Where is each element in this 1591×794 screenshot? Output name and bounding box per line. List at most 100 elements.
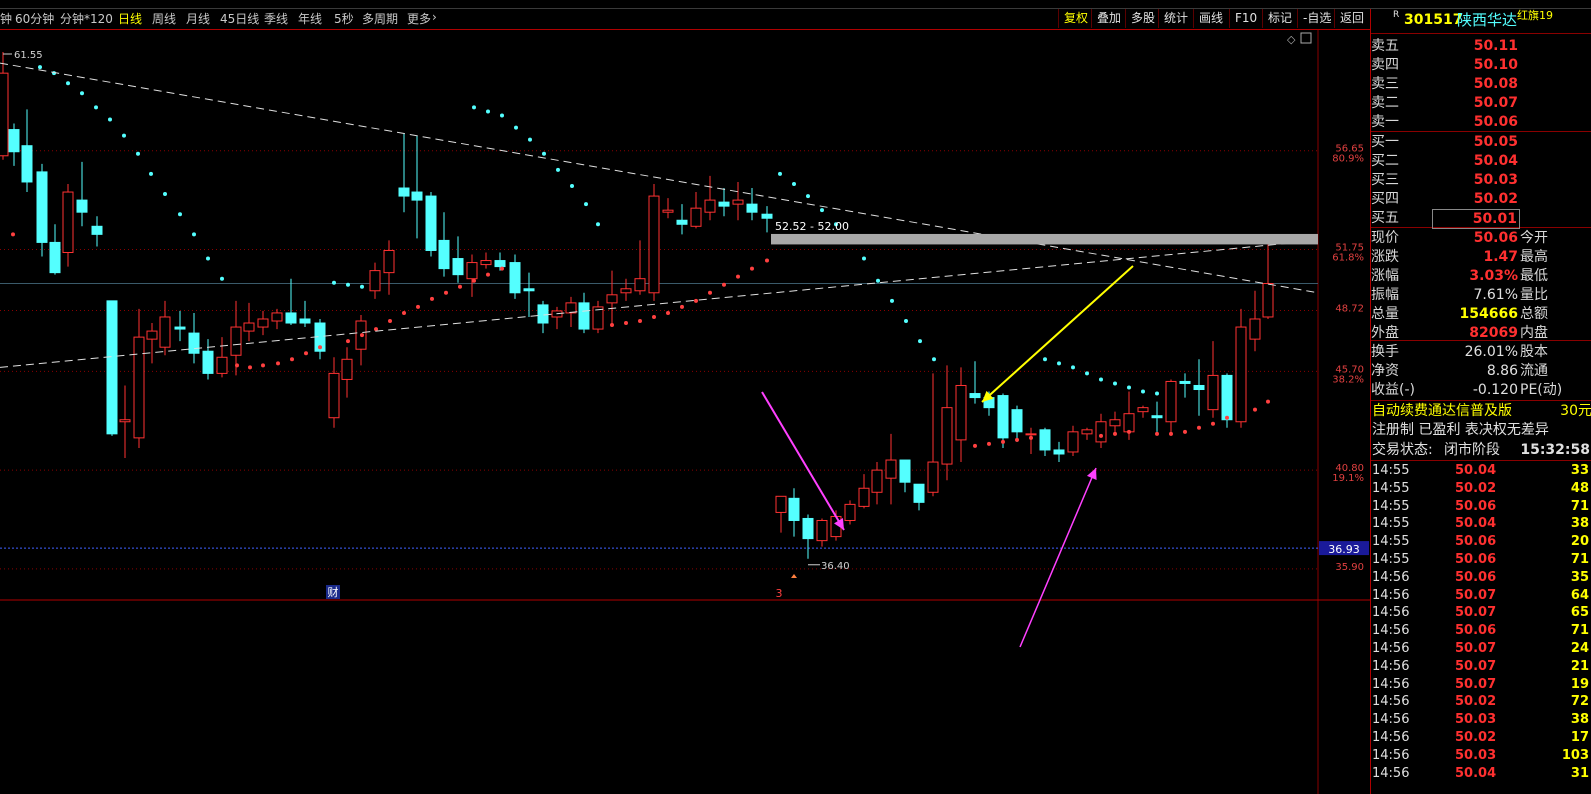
row-value: 50.11 xyxy=(1473,38,1518,54)
stock-name[interactable]: 陕西华达 xyxy=(1457,11,1517,29)
low-price-mark: 36.40 xyxy=(821,561,850,572)
sar-dot-red xyxy=(694,298,698,303)
sar-dot-cyan xyxy=(584,202,588,207)
candle-body xyxy=(285,312,297,324)
trade-status: 交易状态: 闭市阶段 15:32:58 xyxy=(1371,441,1591,459)
toolbar-button[interactable]: 多股 xyxy=(1125,9,1160,28)
row-label-secondary: 最低 xyxy=(1520,268,1548,284)
promo-text[interactable]: 自动续费通达信普及版 xyxy=(1372,402,1512,420)
period-tab[interactable]: 5秒 xyxy=(334,10,354,27)
sar-dot-red xyxy=(1253,407,1257,412)
period-tab[interactable]: 周线 xyxy=(152,10,176,27)
panel-row: 卖一 50.06 xyxy=(1371,113,1591,131)
row-label: 现价 xyxy=(1371,230,1399,246)
trade-row: 14:56 50.07 64 xyxy=(1371,587,1591,605)
panel-row: 卖二 50.07 xyxy=(1371,94,1591,112)
period-tab[interactable]: 日线 xyxy=(118,10,142,27)
period-tab[interactable]: 季线 xyxy=(264,10,288,27)
candle-body xyxy=(106,300,118,435)
period-tab[interactable]: 月线 xyxy=(186,10,210,27)
trade-volume: 35 xyxy=(1570,569,1589,585)
sar-dot-red xyxy=(973,443,977,448)
row-value: 3.03% xyxy=(1469,268,1518,284)
period-tab[interactable]: 钟 xyxy=(0,10,12,27)
panel-row: 涨幅 3.03% 最低 xyxy=(1371,267,1591,285)
divider xyxy=(1371,400,1591,401)
toolbar-button[interactable]: 复权 xyxy=(1058,9,1093,28)
row-value: 7.61% xyxy=(1473,287,1518,303)
stock-tags: 注册制 已盈利 表决权无差异 xyxy=(1371,421,1591,439)
period-tab[interactable]: 分钟*120 xyxy=(60,10,113,27)
sar-dot-red xyxy=(360,333,364,338)
toolbar-button[interactable]: 返回 xyxy=(1334,9,1369,28)
sar-dot-red xyxy=(402,310,406,315)
trade-price: 50.07 xyxy=(1455,605,1497,621)
row-label: 振幅 xyxy=(1371,287,1399,303)
trade-row: 14:56 50.04 31 xyxy=(1371,765,1591,783)
sar-dot-cyan xyxy=(220,276,224,281)
red-flag-badge[interactable]: 红旗19 xyxy=(1517,7,1553,25)
status-label: 交易状态: xyxy=(1372,442,1433,458)
sar-dot-cyan xyxy=(876,278,880,283)
promo-banner[interactable]: 自动续费通达信普及版 30元 xyxy=(1371,402,1591,420)
sar-dot-cyan xyxy=(1099,377,1103,382)
sar-dot-cyan xyxy=(332,280,336,285)
sar-dot-cyan xyxy=(542,151,546,156)
sar-dot-red xyxy=(1127,429,1131,434)
candle-body xyxy=(271,312,283,322)
sar-dot-red xyxy=(304,351,308,356)
candle-body xyxy=(202,350,214,374)
toolbar-button[interactable]: F10 xyxy=(1229,9,1262,28)
toolbar-button[interactable]: -自选 xyxy=(1297,9,1336,28)
sar-dot-red xyxy=(1211,421,1215,426)
period-tab[interactable]: 多周期 xyxy=(362,10,398,27)
sar-dot-red xyxy=(444,290,448,295)
toolbar-button[interactable]: 标记 xyxy=(1262,9,1297,28)
toolbar-button[interactable]: 画线 xyxy=(1193,9,1228,28)
period-tab[interactable]: 45日线 xyxy=(220,10,259,27)
trade-volume: 33 xyxy=(1570,463,1589,478)
candle-body xyxy=(634,278,646,292)
annotation-arrow-yellow xyxy=(981,265,1134,403)
candle-body xyxy=(257,318,269,328)
candle-body xyxy=(62,191,74,253)
trade-price: 50.06 xyxy=(1455,498,1497,514)
candle-body xyxy=(899,459,911,483)
row-value: 50.04 xyxy=(1473,153,1518,169)
candle-body xyxy=(411,191,423,201)
trade-price: 50.02 xyxy=(1455,480,1497,496)
candle-body xyxy=(1235,326,1247,423)
row-value: 26.01% xyxy=(1464,344,1518,360)
trade-time: 14:55 xyxy=(1372,498,1410,514)
trade-row: 14:56 50.07 19 xyxy=(1371,676,1591,694)
trade-row: 14:56 50.02 17 xyxy=(1371,729,1591,747)
panel-row: 卖五 50.11 xyxy=(1371,37,1591,55)
candle-body xyxy=(466,262,478,280)
row-label: 涨幅 xyxy=(1371,268,1399,284)
sar-dot-cyan xyxy=(38,65,42,70)
kline-chart[interactable]: 56.6580.9%51.7561.8%48.7245.7038.2%40.80… xyxy=(0,30,1370,794)
period-tab[interactable]: 60分钟 xyxy=(15,10,54,27)
period-tab[interactable]: 年线 xyxy=(298,10,322,27)
diamond-icon: ◇ xyxy=(1287,33,1296,46)
candle-body xyxy=(858,487,870,507)
trade-volume: 64 xyxy=(1570,587,1589,603)
period-tab[interactable]: 更多 xyxy=(407,10,431,27)
more-arrow-icon[interactable]: › xyxy=(432,10,437,24)
sar-dot-red xyxy=(722,282,726,287)
toolbar-button[interactable]: 叠加 xyxy=(1091,9,1126,28)
row-label-secondary: 流通 xyxy=(1520,363,1548,379)
trade-time: 14:56 xyxy=(1372,587,1410,603)
row-label-secondary: 今开 xyxy=(1520,230,1548,246)
toolbar-button[interactable]: 统计 xyxy=(1158,9,1193,28)
candle-body xyxy=(1262,283,1274,318)
annotation-arrow-magenta xyxy=(1019,467,1097,648)
trade-time: 14:56 xyxy=(1372,605,1410,621)
sar-dot-red xyxy=(652,314,656,319)
trade-row: 14:55 50.06 71 xyxy=(1371,498,1591,516)
sar-dot-cyan xyxy=(346,282,350,287)
candle-body xyxy=(816,519,828,542)
row-label: 收益(-) xyxy=(1371,382,1415,398)
candle-body xyxy=(941,407,953,465)
trade-price: 50.04 xyxy=(1455,765,1497,781)
